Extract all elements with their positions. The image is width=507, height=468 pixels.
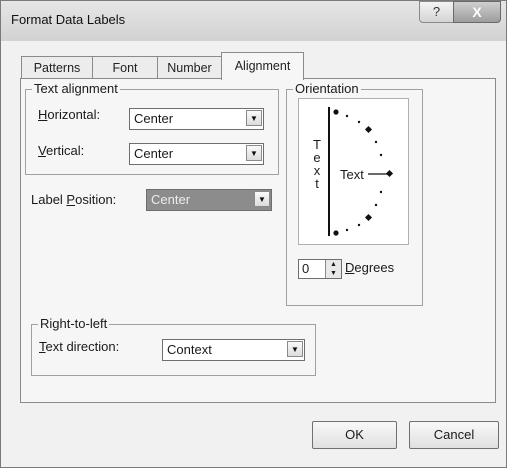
orientation-group: Orientation T e x t Text 0 ▲ ▼ Degrees [286, 81, 423, 306]
degrees-spinner[interactable]: 0 ▲ ▼ [298, 259, 342, 279]
tab-number[interactable]: Number [157, 56, 222, 79]
horizontal-label-key: H [38, 107, 48, 122]
dialog-title: Format Data Labels [11, 12, 126, 27]
right-to-left-group: Right-to-left Text direction: Context ▼ [31, 316, 316, 376]
spinner-buttons[interactable]: ▲ ▼ [325, 260, 341, 278]
help-icon: ? [432, 4, 441, 19]
spin-up-icon[interactable]: ▲ [326, 260, 341, 269]
label-position-select[interactable]: Center ▼ [146, 189, 272, 211]
title-bar[interactable]: Format Data Labels ? X [1, 1, 506, 41]
text-alignment-group: Text alignment Horizontal: Center ▼ Vert… [25, 81, 279, 175]
label-position-select-value: Center [151, 192, 191, 207]
label-position-label-pre: Label [31, 192, 67, 207]
text-alignment-group-label: Text alignment [32, 81, 120, 96]
chevron-down-icon[interactable]: ▼ [254, 191, 270, 207]
help-button[interactable]: ? [419, 1, 454, 23]
text-direction-select[interactable]: Context ▼ [162, 339, 305, 361]
spin-down-icon[interactable]: ▼ [326, 269, 341, 278]
horizontal-label-rest: orizontal: [47, 107, 101, 122]
cancel-button-label: Cancel [433, 427, 475, 442]
close-button[interactable]: X [453, 1, 501, 23]
horizontal-select-value: Center [134, 111, 174, 126]
vertical-label-key: V [38, 143, 46, 158]
orientation-group-label: Orientation [293, 81, 361, 96]
degrees-label-key: D [345, 260, 355, 275]
dial-text-label: Text [340, 167, 364, 182]
vertical-select[interactable]: Center ▼ [129, 143, 264, 165]
vertical-select-value: Center [134, 146, 174, 161]
right-to-left-group-label: Right-to-left [38, 316, 110, 331]
chevron-down-icon[interactable]: ▼ [287, 341, 303, 357]
label-position-label-key: P [66, 192, 76, 207]
text-direction-label-rest: ext direction: [45, 339, 120, 354]
vertical-label-rest: ertical: [45, 143, 85, 158]
tab-patterns-label: Patterns [33, 61, 81, 75]
tab-alignment-label: Alignment [234, 59, 291, 73]
ok-button[interactable]: OK [312, 421, 397, 449]
cancel-button[interactable]: Cancel [409, 421, 499, 449]
tab-number-label: Number [167, 61, 212, 75]
orientation-dial[interactable]: T e x t Text [298, 98, 409, 245]
format-data-labels-dialog: Format Data Labels ? X Patterns Font Num… [0, 0, 507, 468]
degrees-value: 0 [302, 261, 310, 276]
chevron-down-icon[interactable]: ▼ [246, 145, 262, 161]
chevron-down-icon[interactable]: ▼ [246, 110, 262, 126]
tab-patterns[interactable]: Patterns [21, 56, 93, 79]
horizontal-select[interactable]: Center ▼ [129, 108, 264, 130]
tab-alignment[interactable]: Alignment [221, 52, 304, 80]
tab-font[interactable]: Font [92, 56, 158, 79]
alignment-panel: Text alignment Horizontal: Center ▼ Vert… [20, 78, 496, 403]
close-icon: X [472, 4, 482, 20]
label-position-label-post: osition: [75, 192, 117, 207]
vertical-label: Vertical: [38, 143, 84, 158]
text-direction-label: Text direction: [39, 339, 119, 354]
ok-button-label: OK [345, 427, 364, 442]
text-direction-select-value: Context [167, 342, 212, 357]
degrees-label: Degrees [345, 260, 394, 275]
label-position-label: Label Position: [31, 192, 116, 207]
degrees-label-rest: egrees [354, 260, 395, 275]
horizontal-label: Horizontal: [38, 107, 100, 122]
tab-font-label: Font [112, 61, 138, 75]
